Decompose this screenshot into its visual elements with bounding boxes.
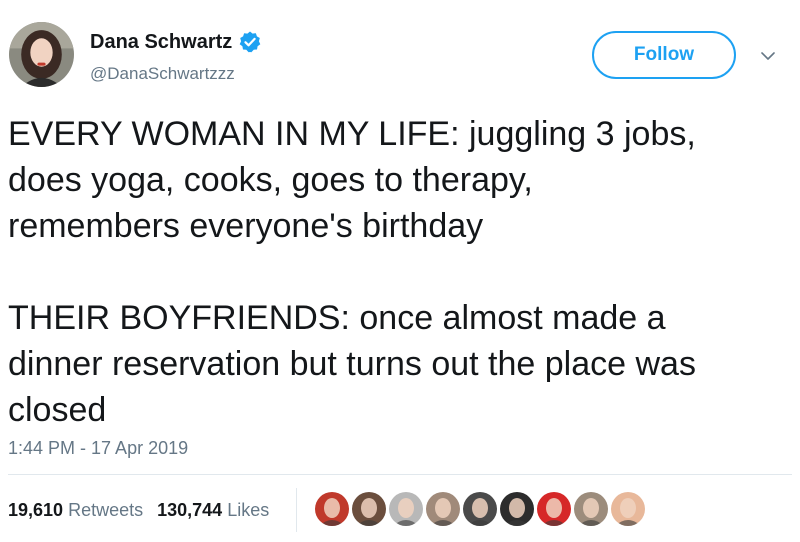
liker-avatar[interactable] (463, 492, 497, 526)
liker-avatar-image (389, 492, 423, 526)
liker-avatar-image (611, 492, 645, 526)
tweet-stats: 19,610 Retweets 130,744 Likes (8, 500, 269, 521)
liker-avatar[interactable] (352, 492, 386, 526)
author-display-name[interactable]: Dana Schwartz (90, 31, 232, 54)
author-handle[interactable]: @DanaSchwartzzz (90, 64, 235, 84)
liker-avatar[interactable] (389, 492, 423, 526)
tweet-card: Dana Schwartz @DanaSchwartzzz Follow EVE… (0, 0, 800, 542)
author-avatar[interactable] (9, 22, 74, 87)
liker-avatar[interactable] (574, 492, 608, 526)
tweet-timestamp[interactable]: 1:44 PM - 17 Apr 2019 (8, 438, 188, 459)
divider (8, 474, 792, 475)
liker-avatar[interactable] (426, 492, 460, 526)
tweet-text: EVERY WOMAN IN MY LIFE: juggling 3 jobs,… (8, 115, 696, 429)
liker-avatar-image (315, 492, 349, 526)
liker-avatar-image (352, 492, 386, 526)
retweets-stat[interactable]: 19,610 Retweets (8, 500, 143, 521)
retweets-count: 19,610 (8, 500, 64, 520)
likes-count: 130,744 (157, 500, 223, 520)
retweets-label: Retweets (68, 500, 144, 520)
liker-avatar-image (463, 492, 497, 526)
avatar-image (9, 22, 74, 87)
liker-avatar[interactable] (537, 492, 571, 526)
liker-avatar-image (537, 492, 571, 526)
author-name[interactable]: Dana Schwartz (90, 30, 262, 54)
liker-avatars (315, 492, 645, 526)
verified-badge-icon (239, 31, 261, 53)
likes-label: Likes (227, 500, 270, 520)
follow-button[interactable]: Follow (592, 31, 736, 79)
chevron-down-icon[interactable] (760, 48, 776, 64)
liker-avatar[interactable] (611, 492, 645, 526)
likes-stat[interactable]: 130,744 Likes (157, 500, 269, 521)
liker-avatar-image (500, 492, 534, 526)
liker-avatar[interactable] (500, 492, 534, 526)
stats-separator (296, 488, 297, 532)
liker-avatar-image (426, 492, 460, 526)
liker-avatar-image (574, 492, 608, 526)
liker-avatar[interactable] (315, 492, 349, 526)
